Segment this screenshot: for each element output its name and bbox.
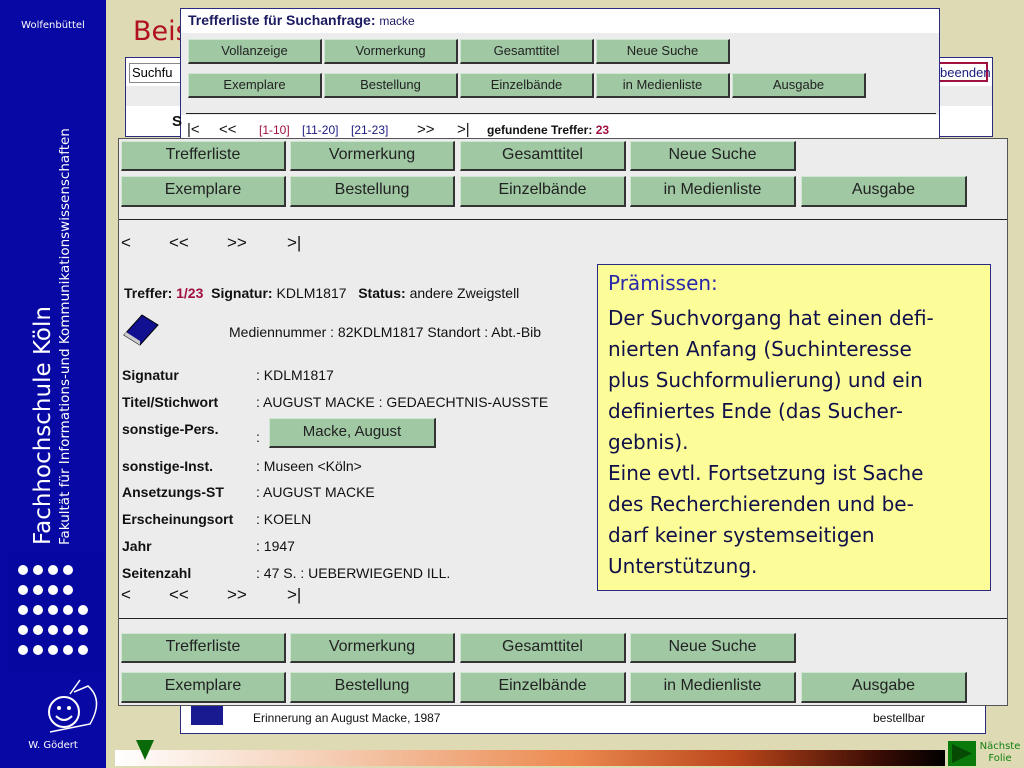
nav-first[interactable]: <<: [169, 233, 189, 253]
output-button[interactable]: Ausgabe: [801, 176, 967, 207]
field-label: Titel/Stichwort: [122, 394, 219, 410]
output-button[interactable]: Ausgabe: [732, 73, 866, 98]
person-link-button[interactable]: Macke, August: [269, 418, 436, 448]
found-hits: gefundene Treffer: 23: [487, 123, 609, 137]
field-label: Ansetzungs-ST: [122, 484, 224, 500]
whole-title-button[interactable]: Gesamttitel: [460, 39, 594, 64]
reserve-button[interactable]: Vormerkung: [324, 39, 458, 64]
status-label: Status:: [358, 285, 406, 301]
query-value: macke: [379, 14, 415, 28]
books-icon: [191, 705, 223, 725]
partial-heading: S: [172, 113, 183, 130]
nav-next[interactable]: >>: [417, 121, 435, 138]
progress-marker-icon: [136, 740, 154, 760]
found-label: gefundene Treffer:: [487, 123, 593, 137]
institution-name: Fachhochschule Köln: [30, 306, 56, 545]
field-label: sonstige-Pers.: [122, 421, 219, 437]
field-value: : 1947: [256, 538, 295, 554]
field-value: :: [256, 429, 260, 445]
hit-list-button-bottom[interactable]: Trefferliste: [121, 633, 286, 663]
reserve-button-bottom[interactable]: Vormerkung: [290, 633, 455, 663]
volumes-button[interactable]: Einzelbände: [460, 176, 626, 207]
new-search-button[interactable]: Neue Suche: [630, 141, 796, 171]
end-button[interactable]: beenden: [936, 62, 991, 82]
list-item-title[interactable]: Erinnerung an August Macke, 1987: [253, 711, 440, 725]
premises-note: Prämissen: Der Suchvorgang hat einen def…: [597, 264, 991, 591]
hit-value: 1/23: [176, 285, 204, 301]
signature-label: Signatur:: [211, 285, 273, 301]
field-value: : KDLM1817: [256, 367, 334, 383]
copies-button[interactable]: Exemplare: [121, 176, 286, 207]
note-heading: Prämissen:: [608, 271, 718, 295]
page-11-20-link[interactable]: [11-20]: [302, 123, 338, 137]
new-search-button-bottom[interactable]: Neue Suche: [630, 633, 796, 663]
author-label: W. Gödert: [28, 740, 78, 751]
next-slide-label[interactable]: Nächste Folie: [976, 741, 1024, 765]
next-slide-icon[interactable]: [948, 741, 976, 766]
full-view-button[interactable]: Vollanzeige: [188, 39, 322, 64]
field-label: sonstige-Inst.: [122, 458, 214, 474]
order-button[interactable]: Bestellung: [324, 73, 458, 98]
nav-last[interactable]: >|: [457, 121, 470, 138]
nav-last[interactable]: >|: [287, 233, 301, 253]
output-button-bottom[interactable]: Ausgabe: [801, 672, 967, 703]
nav-prev[interactable]: <: [121, 233, 131, 253]
smiley-writer-icon: [48, 679, 98, 733]
list-item-status: bestellbar: [873, 711, 926, 725]
note-text: Der Suchvorgang hat einen defi- nierten …: [608, 306, 934, 578]
new-search-button[interactable]: Neue Suche: [596, 39, 730, 64]
media-list-button-bottom[interactable]: in Medienliste: [630, 672, 796, 703]
field-value: : 47 S. : UEBERWIEGEND ILL.: [256, 565, 451, 581]
nav-first[interactable]: <<: [169, 585, 189, 605]
nav-next[interactable]: >>: [227, 585, 247, 605]
field-label: Erscheinungsort: [122, 511, 234, 527]
next-label-2[interactable]: Folie: [976, 753, 1024, 765]
page-21-23-link[interactable]: [21-23]: [351, 123, 388, 137]
field-value: : AUGUST MACKE: [256, 484, 375, 500]
progress-bar: [115, 750, 945, 766]
nav-prev[interactable]: <: [121, 585, 131, 605]
field-label: Seitenzahl: [122, 565, 192, 581]
field-label: Jahr: [122, 538, 152, 554]
status-value: andere Zweigstell: [409, 285, 520, 301]
order-button[interactable]: Bestellung: [290, 176, 455, 207]
dots-logo: [8, 553, 104, 673]
order-button-bottom[interactable]: Bestellung: [290, 672, 455, 703]
media-list-button[interactable]: in Medienliste: [596, 73, 730, 98]
faculty-name: Fakultät für Informations-und Kommunikat…: [57, 128, 73, 545]
field-value: : KOELN: [256, 511, 312, 527]
next-label-1[interactable]: Nächste: [976, 741, 1024, 753]
volumes-button[interactable]: Einzelbände: [460, 73, 594, 98]
field-label: Signatur: [122, 367, 179, 383]
result-list-title-label: Trefferliste für Suchanfrage:: [188, 12, 376, 28]
nav-first[interactable]: |<: [187, 121, 200, 138]
field-value: : Museen <Köln>: [256, 458, 362, 474]
field-value: : AUGUST MACKE : GEDAECHTNIS-AUSSTE: [256, 394, 549, 410]
result-list-title: Trefferliste für Suchanfrage: macke: [188, 12, 415, 28]
nav-next[interactable]: >>: [227, 233, 247, 253]
whole-title-button[interactable]: Gesamttitel: [460, 141, 626, 171]
copies-button[interactable]: Exemplare: [188, 73, 322, 98]
page-1-10-link[interactable]: [1-10]: [259, 123, 290, 137]
book-icon: [123, 314, 159, 346]
hit-label: Treffer:: [124, 285, 173, 301]
signature-value: KDLM1817: [276, 285, 347, 301]
reserve-button[interactable]: Vormerkung: [290, 141, 455, 171]
location-label: Wolfenbüttel: [21, 20, 85, 31]
nav-last[interactable]: >|: [287, 585, 301, 605]
volumes-button-bottom[interactable]: Einzelbände: [460, 672, 626, 703]
copies-button-bottom[interactable]: Exemplare: [121, 672, 286, 703]
found-count: 23: [595, 123, 610, 137]
nav-prev[interactable]: <<: [219, 121, 237, 138]
media-list-button[interactable]: in Medienliste: [630, 176, 796, 207]
result-list-window: Trefferliste für Suchanfrage: macke Voll…: [180, 8, 940, 140]
whole-title-button-bottom[interactable]: Gesamttitel: [460, 633, 626, 663]
hit-list-button[interactable]: Trefferliste: [121, 141, 286, 171]
hit-summary: Treffer: 1/23 Signatur: KDLM1817 Status:…: [124, 285, 519, 301]
media-number-line: Mediennummer : 82KDLM1817 Standort : Abt…: [229, 324, 542, 340]
institution-vertical-text: Fachhochschule Köln Fakultät für Informa…: [30, 65, 73, 545]
